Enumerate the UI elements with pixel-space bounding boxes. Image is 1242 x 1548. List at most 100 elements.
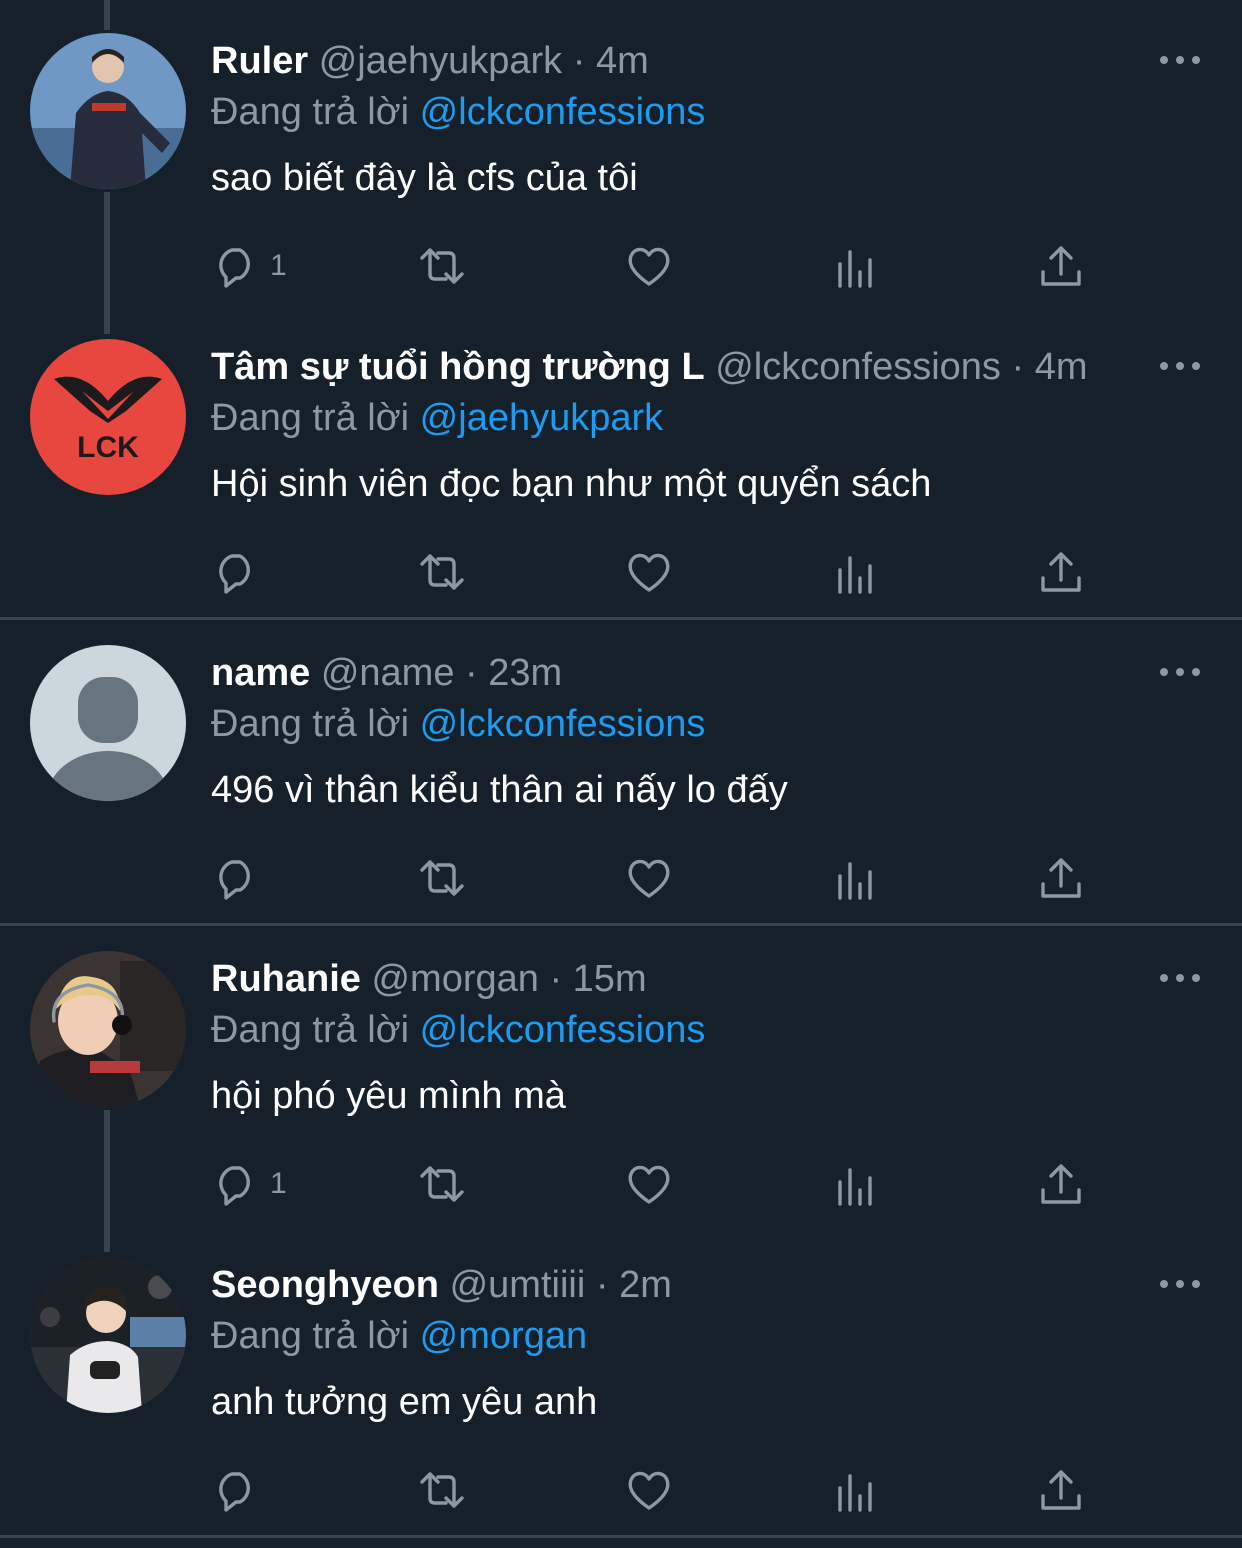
- tweet[interactable]: Ruler @jaehyukpark · 4m Đang trả lời @lc…: [0, 0, 1242, 306]
- reply-mention-link[interactable]: @lckconfessions: [420, 1009, 706, 1051]
- avatar[interactable]: [30, 1257, 186, 1413]
- share-icon: [1041, 552, 1081, 592]
- share-button[interactable]: [1037, 1156, 1085, 1212]
- tweet-text: Hội sinh viên đọc bạn như một quyển sách: [211, 463, 932, 505]
- analytics-icon: [838, 1168, 872, 1206]
- reply-button[interactable]: [212, 544, 270, 600]
- replying-to-label: Đang trả lời: [211, 1009, 410, 1051]
- share-icon: [1041, 1470, 1081, 1510]
- analytics-button[interactable]: [832, 238, 880, 294]
- user-handle[interactable]: @lckconfessions: [715, 346, 1001, 388]
- avatar[interactable]: [30, 645, 186, 801]
- avatar[interactable]: [30, 33, 186, 189]
- like-button[interactable]: [625, 850, 673, 906]
- tweet-actions: [0, 544, 1242, 600]
- analytics-icon: [838, 250, 872, 288]
- retweet-button[interactable]: [418, 1462, 466, 1518]
- timestamp[interactable]: 2m: [619, 1264, 672, 1306]
- reply-count: 1: [270, 249, 287, 282]
- analytics-button[interactable]: [832, 1462, 880, 1518]
- timestamp[interactable]: 4m: [1035, 346, 1088, 388]
- retweet-button[interactable]: [418, 1156, 466, 1212]
- reply-mention-link[interactable]: @jaehyukpark: [420, 397, 663, 439]
- retweet-button[interactable]: [418, 238, 466, 294]
- tweet[interactable]: Seonghyeon @umtiiii · 2m Đang trả lời @m…: [0, 1224, 1242, 1530]
- tweet-text: sao biết đây là cfs của tôi: [211, 157, 638, 199]
- reply-icon: [219, 1166, 250, 1206]
- avatar-image: [30, 33, 186, 189]
- replying-to-label: Đang trả lời: [211, 703, 410, 745]
- user-handle[interactable]: @umtiiii: [450, 1264, 586, 1306]
- share-button[interactable]: [1037, 1462, 1085, 1518]
- reply-icon: [219, 1472, 250, 1512]
- more-icon[interactable]: [1158, 356, 1202, 376]
- retweet-icon: [420, 554, 464, 590]
- tweet[interactable]: LCK Tâm sự tuổi hồng trường L @lckconfes…: [0, 306, 1242, 612]
- tweet-actions: 1: [0, 238, 1242, 294]
- retweet-icon: [420, 1472, 464, 1508]
- reply-button[interactable]: 1: [212, 238, 287, 294]
- analytics-button[interactable]: [832, 544, 880, 600]
- tweet[interactable]: name @name · 23m Đang trả lời @lckconfes…: [0, 612, 1242, 918]
- reply-icon: [219, 248, 250, 288]
- timestamp[interactable]: 15m: [573, 958, 647, 1000]
- analytics-button[interactable]: [832, 850, 880, 906]
- share-button[interactable]: [1037, 850, 1085, 906]
- share-button[interactable]: [1037, 238, 1085, 294]
- reply-button[interactable]: 1: [212, 1156, 287, 1212]
- retweet-button[interactable]: [418, 544, 466, 600]
- reply-mention-link[interactable]: @lckconfessions: [420, 91, 706, 133]
- analytics-icon: [838, 862, 872, 900]
- reply-button[interactable]: [212, 1462, 270, 1518]
- display-name[interactable]: name: [211, 652, 310, 694]
- more-icon[interactable]: [1158, 1274, 1202, 1294]
- separator-dot: ·: [572, 40, 586, 82]
- tweet[interactable]: Ruhanie @morgan · 15m Đang trả lời @lckc…: [0, 918, 1242, 1224]
- lck-logo-avatar: LCK: [30, 339, 186, 495]
- separator-dot: ·: [465, 652, 478, 694]
- analytics-icon: [838, 1474, 872, 1512]
- more-icon[interactable]: [1158, 662, 1202, 682]
- avatar[interactable]: [30, 951, 186, 1107]
- separator-dot: ·: [549, 958, 563, 1000]
- separator-dot: ·: [1011, 346, 1025, 388]
- tweet-actions: 1: [0, 1156, 1242, 1212]
- share-icon: [1041, 246, 1081, 286]
- reply-count: 1: [270, 1167, 287, 1200]
- like-icon: [628, 859, 670, 898]
- more-icon[interactable]: [1158, 968, 1202, 988]
- retweet-button[interactable]: [418, 850, 466, 906]
- reply-mention-link[interactable]: @lckconfessions: [420, 703, 706, 745]
- like-button[interactable]: [625, 238, 673, 294]
- reply-button[interactable]: [212, 850, 270, 906]
- more-icon[interactable]: [1158, 50, 1202, 70]
- tweet-text: 496 vì thân kiểu thân ai nấy lo đấy: [211, 769, 788, 811]
- avatar[interactable]: LCK: [30, 339, 186, 495]
- user-handle[interactable]: @jaehyukpark: [319, 40, 562, 82]
- share-icon: [1041, 858, 1081, 898]
- avatar-image: [30, 951, 186, 1107]
- like-button[interactable]: [625, 544, 673, 600]
- like-button[interactable]: [625, 1462, 673, 1518]
- timestamp[interactable]: 23m: [488, 652, 562, 694]
- share-button[interactable]: [1037, 544, 1085, 600]
- user-handle[interactable]: @morgan: [371, 958, 538, 1000]
- display-name[interactable]: Tâm sự tuổi hồng trường L: [211, 346, 705, 388]
- display-name[interactable]: Ruhanie: [211, 958, 361, 1000]
- timestamp[interactable]: 4m: [596, 40, 649, 82]
- analytics-button[interactable]: [832, 1156, 880, 1212]
- display-name[interactable]: Seonghyeon: [211, 1264, 439, 1306]
- user-handle[interactable]: @name: [321, 652, 455, 694]
- divider: [0, 1535, 1242, 1538]
- avatar-image: [30, 1257, 186, 1413]
- like-icon: [628, 1471, 670, 1510]
- reply-icon: [219, 554, 250, 594]
- reply-mention-link[interactable]: @morgan: [420, 1315, 587, 1357]
- replying-to-label: Đang trả lời: [211, 1315, 410, 1357]
- like-icon: [628, 553, 670, 592]
- retweet-icon: [420, 860, 464, 896]
- display-name[interactable]: Ruler: [211, 40, 308, 82]
- replying-to-label: Đang trả lời: [211, 91, 410, 133]
- retweet-icon: [420, 248, 464, 284]
- like-button[interactable]: [625, 1156, 673, 1212]
